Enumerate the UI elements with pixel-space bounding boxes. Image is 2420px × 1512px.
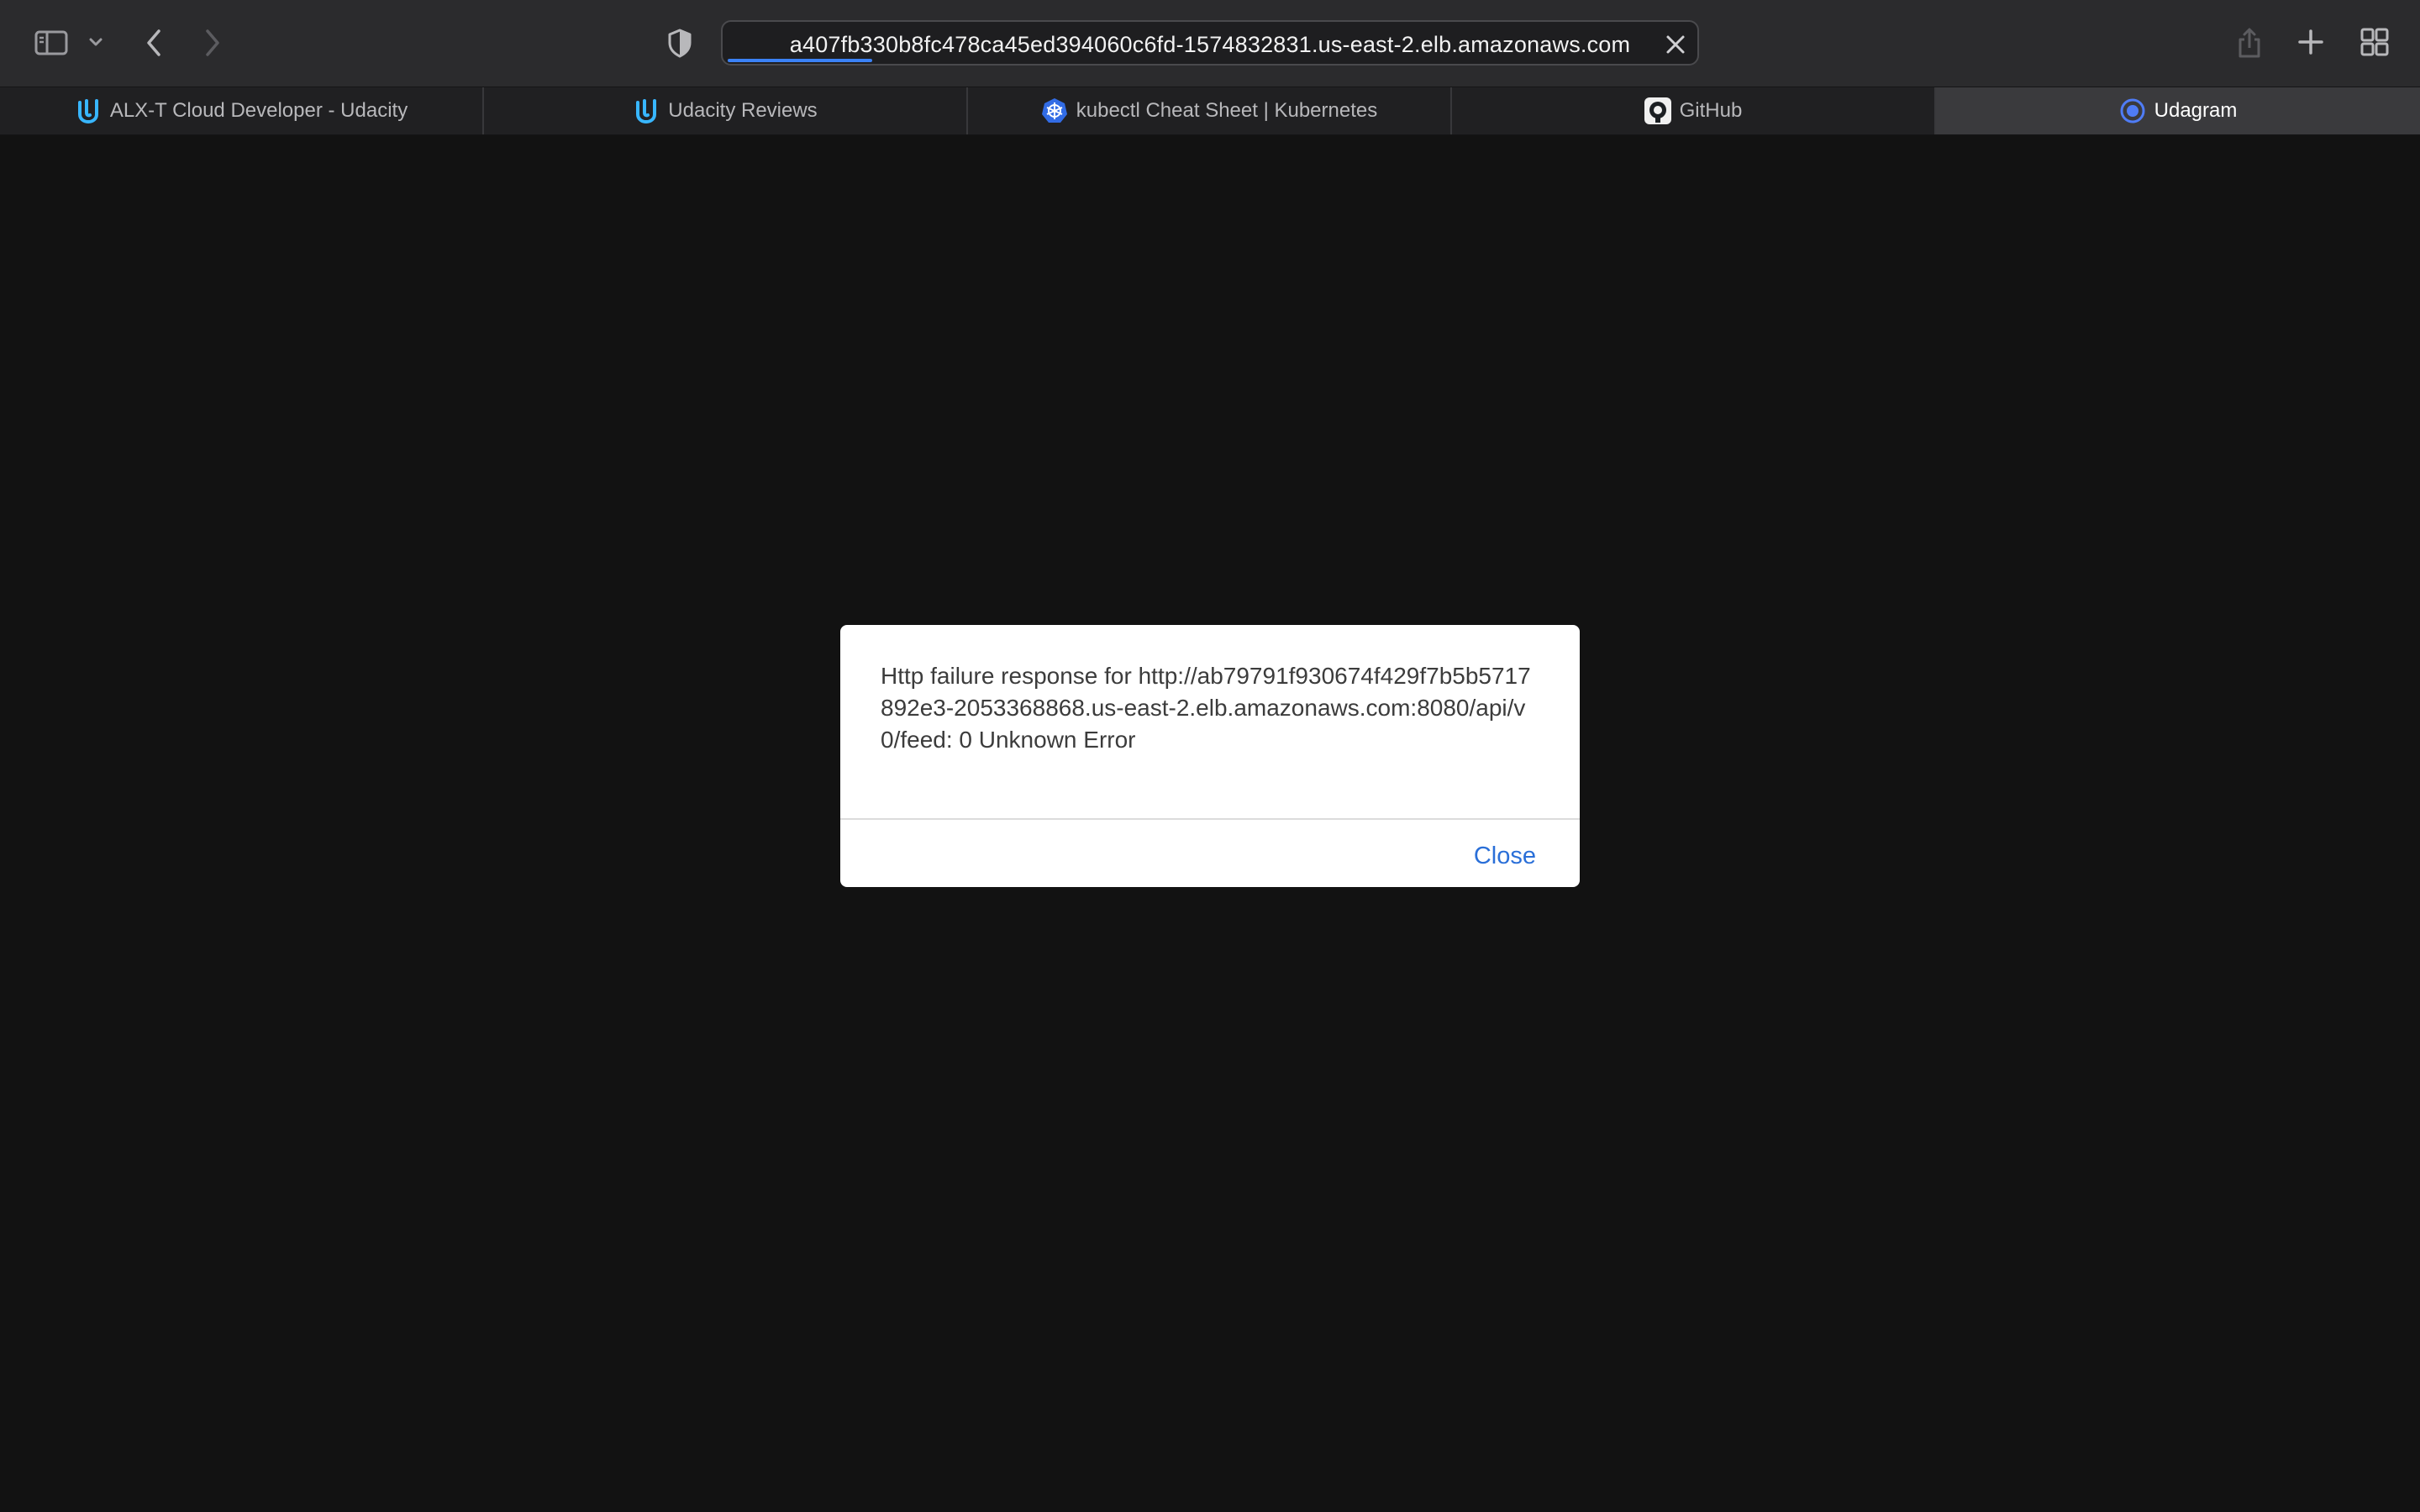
tab-label: Udagram xyxy=(2154,99,2238,122)
tab-bar: ALX-T Cloud Developer - Udacity Udacity … xyxy=(0,87,2420,135)
share-icon[interactable] xyxy=(2233,24,2265,62)
tab-kubectl-cheat-sheet[interactable]: kubectl Cheat Sheet | Kubernetes xyxy=(968,87,1452,134)
dialog-divider xyxy=(840,818,1580,820)
close-button[interactable]: Close xyxy=(1474,835,1536,877)
error-dialog: Http failure response for http://ab79791… xyxy=(840,625,1580,887)
error-message: Http failure response for http://ab79791… xyxy=(881,663,1531,753)
udacity-icon xyxy=(633,97,660,124)
sidebar-icon[interactable] xyxy=(32,28,71,58)
tab-overview-icon[interactable] xyxy=(2358,25,2391,59)
privacy-shield-icon[interactable] xyxy=(664,25,696,60)
github-icon xyxy=(1644,97,1671,124)
tab-udagram[interactable]: Udagram xyxy=(1936,87,2420,134)
forward-arrow-icon[interactable] xyxy=(198,25,227,60)
browser-window: a407fb330b8fc478ca45ed394060c6fd-1574832… xyxy=(0,0,2420,1512)
tab-udacity-reviews[interactable]: Udacity Reviews xyxy=(484,87,968,134)
chevron-down-icon[interactable] xyxy=(86,32,106,52)
tab-alx-t-cloud-developer[interactable]: ALX-T Cloud Developer - Udacity xyxy=(0,87,484,134)
tab-label: GitHub xyxy=(1679,99,1743,122)
address-bar[interactable]: a407fb330b8fc478ca45ed394060c6fd-1574832… xyxy=(721,20,1699,66)
browser-toolbar: a407fb330b8fc478ca45ed394060c6fd-1574832… xyxy=(0,0,2420,87)
tab-github[interactable]: GitHub xyxy=(1452,87,1936,134)
udacity-icon xyxy=(75,97,102,124)
kubernetes-icon xyxy=(1041,97,1068,124)
page-load-progress xyxy=(728,59,872,62)
close-icon[interactable] xyxy=(1659,28,1692,61)
back-arrow-icon[interactable] xyxy=(139,25,168,60)
tab-label: kubectl Cheat Sheet | Kubernetes xyxy=(1076,99,1378,122)
tab-label: Udacity Reviews xyxy=(668,99,818,122)
plus-icon[interactable] xyxy=(2294,25,2328,59)
udagram-icon xyxy=(2119,97,2146,124)
tab-label: ALX-T Cloud Developer - Udacity xyxy=(109,99,408,122)
